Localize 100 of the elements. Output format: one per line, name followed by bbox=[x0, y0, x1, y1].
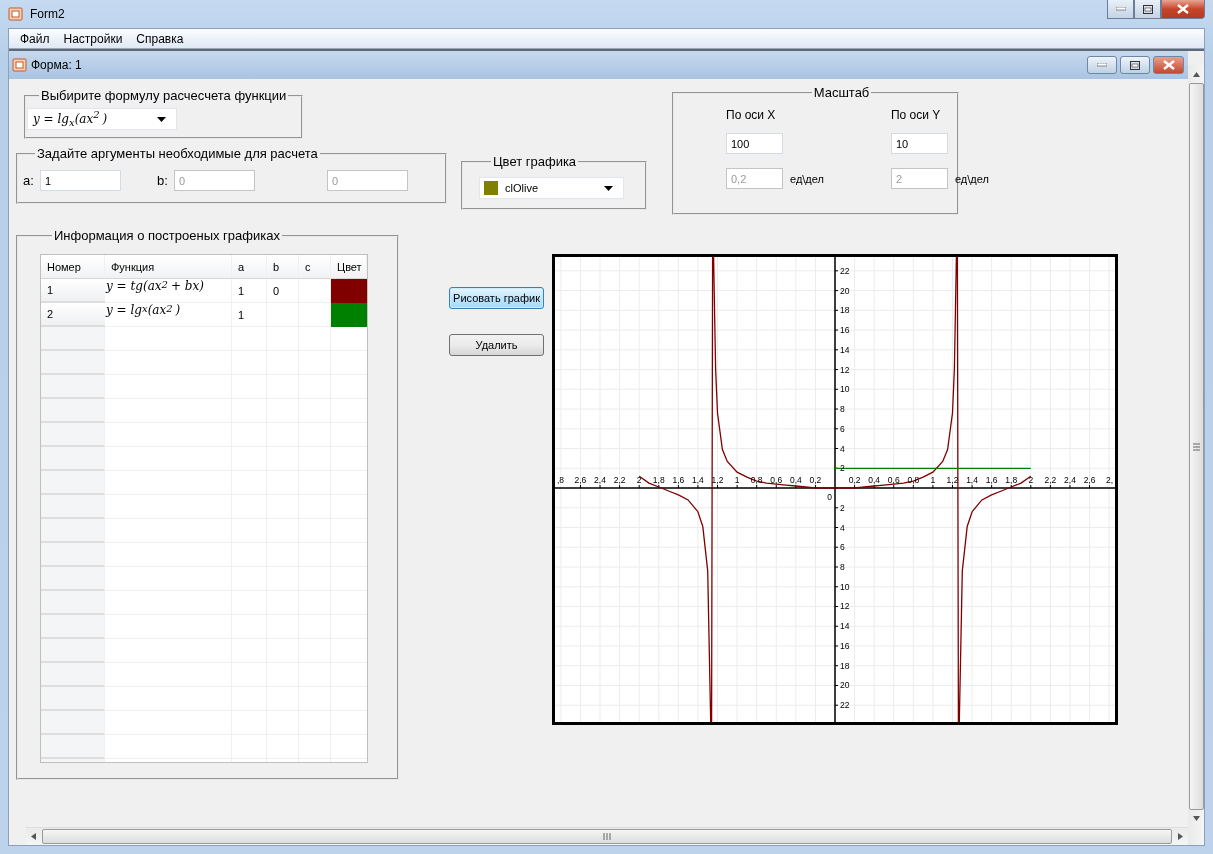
column-header: Цвет bbox=[331, 255, 367, 279]
tick-label: 2,2 bbox=[1044, 475, 1057, 485]
group-title: Масштаб bbox=[812, 85, 871, 101]
column-header: Номер bbox=[41, 255, 105, 279]
tick-label: 0,6 bbox=[887, 475, 900, 485]
tick-label: 6 bbox=[840, 542, 845, 553]
input-field[interactable]: 100 bbox=[726, 133, 783, 154]
close-icon bbox=[1162, 60, 1175, 70]
action-button[interactable]: Удалить bbox=[449, 334, 544, 356]
axis-label: По оси Y bbox=[890, 108, 942, 124]
caret-icon bbox=[157, 116, 166, 122]
table-cell-text: 1 bbox=[237, 284, 246, 299]
caret-icon bbox=[604, 185, 613, 191]
tick-label: 4 bbox=[840, 522, 845, 533]
vertical-scrollbar[interactable] bbox=[1188, 65, 1204, 845]
tick-label: 1,6 bbox=[672, 475, 685, 485]
tick-label: 8 bbox=[840, 562, 845, 572]
minimize-icon bbox=[1097, 63, 1107, 67]
tick-label: 2, bbox=[1105, 475, 1113, 485]
close-icon bbox=[1177, 4, 1189, 14]
tick-label: 1,8 bbox=[652, 475, 665, 485]
table-cell-text: 1 bbox=[237, 308, 246, 323]
tick-label: 16 bbox=[840, 641, 850, 651]
unit-label: ед\дел bbox=[790, 172, 824, 185]
tick-label: 0,4 bbox=[868, 475, 881, 485]
tick-label: 2 bbox=[840, 502, 845, 513]
origin-label: 0 bbox=[827, 492, 832, 502]
app-icon bbox=[8, 6, 24, 22]
app-icon bbox=[12, 57, 28, 73]
tick-label: 1,8 bbox=[1005, 475, 1018, 485]
tick-label: 1 bbox=[734, 475, 740, 485]
tick-label: 2,6 bbox=[574, 475, 587, 485]
close-button[interactable] bbox=[1161, 0, 1205, 19]
field-label: a: bbox=[23, 173, 35, 188]
tick-label: 10 bbox=[840, 581, 850, 592]
tick-label: 2 bbox=[636, 475, 642, 485]
axis-label: По оси X bbox=[726, 108, 777, 124]
tick-label: 2 bbox=[840, 463, 845, 474]
tick-label: 16 bbox=[840, 325, 850, 336]
maximize-button[interactable] bbox=[1120, 56, 1150, 74]
tick-label: 18 bbox=[840, 660, 850, 671]
tick-label: 1 bbox=[930, 475, 936, 485]
field-label: b: bbox=[157, 173, 169, 188]
input-field[interactable]: 10 bbox=[890, 133, 948, 154]
grip-icon bbox=[603, 833, 611, 840]
formula-dropdown[interactable]: y = lg$_{x}$(ax$^{2}$) bbox=[27, 108, 177, 130]
close-button[interactable] bbox=[1153, 56, 1184, 74]
tick-label: 12 bbox=[840, 364, 850, 375]
unit-label: ед\дел bbox=[954, 172, 989, 185]
maximize-button[interactable] bbox=[1134, 0, 1161, 19]
tick-label: 18 bbox=[840, 305, 850, 316]
tick-label: 6 bbox=[840, 423, 845, 434]
table-cell-text: 0 bbox=[272, 284, 281, 299]
tick-label: 22 bbox=[840, 265, 850, 276]
tick-label: 14 bbox=[840, 344, 850, 355]
tick-label: 12 bbox=[840, 601, 850, 612]
tick-label: 2 bbox=[1028, 475, 1034, 485]
tick-label: ,8 bbox=[557, 475, 565, 485]
tick-label: 1,6 bbox=[985, 475, 998, 485]
tick-label: 10 bbox=[840, 384, 850, 395]
group-title: Выбирите формулу расчесчета функции bbox=[40, 88, 288, 104]
grip-icon bbox=[1192, 442, 1200, 451]
tick-label: 1,4 bbox=[692, 475, 704, 485]
window-title: Form2 bbox=[30, 7, 65, 21]
minimize-icon bbox=[1115, 7, 1126, 11]
left-arrow-icon bbox=[31, 833, 36, 840]
tick-label: 4 bbox=[840, 443, 845, 454]
down-arrow-icon bbox=[1192, 816, 1200, 821]
table-cell: 2 bbox=[41, 303, 105, 327]
tick-label: 20 bbox=[840, 680, 850, 691]
menu-item[interactable]: Настройки bbox=[56, 31, 130, 46]
maximize-icon bbox=[1130, 60, 1140, 70]
tick-label: 0,2 bbox=[848, 475, 861, 485]
group-title: Информация о построеных графиках bbox=[53, 228, 281, 244]
right-arrow-icon bbox=[1178, 833, 1183, 840]
tick-label: 2,6 bbox=[1083, 475, 1096, 485]
tick-label: 2,4 bbox=[594, 475, 606, 485]
tick-label: 0,6 bbox=[770, 475, 783, 485]
up-arrow-icon bbox=[1192, 72, 1200, 77]
tick-label: 2,4 bbox=[1064, 475, 1076, 485]
tick-label: 0,4 bbox=[789, 475, 802, 485]
tick-label: 1,4 bbox=[966, 475, 978, 485]
tick-label: 14 bbox=[840, 621, 850, 632]
menu-item[interactable]: Файл bbox=[13, 31, 57, 46]
group-title: Задайте аргументы необходимые для расчета bbox=[36, 146, 319, 162]
window-title: Форма: 1 bbox=[31, 58, 82, 72]
menu-item[interactable]: Справка bbox=[129, 31, 191, 46]
tick-label: 20 bbox=[840, 285, 850, 296]
tick-label: 8 bbox=[840, 404, 845, 415]
action-button[interactable]: Рисовать график bbox=[449, 287, 544, 309]
group-title: Цвет графика bbox=[492, 154, 578, 170]
table-cell: 1 bbox=[41, 279, 105, 303]
color-dropdown[interactable]: clOlive bbox=[479, 177, 624, 199]
horizontal-scrollbar[interactable] bbox=[26, 827, 1188, 845]
tick-label: 0,2 bbox=[809, 475, 822, 485]
input-field[interactable]: 1 bbox=[40, 170, 121, 191]
maximize-icon bbox=[1142, 4, 1153, 14]
minimize-button[interactable] bbox=[1107, 0, 1134, 19]
tick-label: 2,2 bbox=[613, 475, 626, 485]
table-cell-text: y = tg(ax$^{2}$ + bx) bbox=[105, 279, 205, 295]
